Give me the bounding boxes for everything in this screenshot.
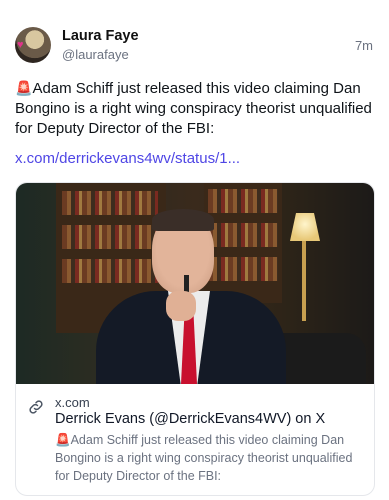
card-description: 🚨Adam Schiff just released this video cl… [55, 431, 365, 485]
card-meta: x.com Derrick Evans (@DerrickEvans4WV) o… [16, 384, 374, 495]
author-name[interactable]: Laura Faye [62, 28, 139, 44]
post-text-content: Adam Schiff just released this video cla… [15, 80, 372, 137]
siren-icon: 🚨 [55, 433, 71, 447]
avatar[interactable]: ♥ [15, 27, 51, 63]
author-handle[interactable]: @laurafaye [62, 47, 129, 62]
post-link[interactable]: x.com/derrickevans4wv/status/1... [15, 150, 240, 167]
card-title: Derrick Evans (@DerrickEvans4WV) on X [55, 411, 326, 427]
link-icon [29, 400, 43, 414]
post-text: 🚨Adam Schiff just released this video cl… [15, 78, 377, 139]
card-domain: x.com [55, 395, 90, 410]
lamp [290, 213, 320, 241]
post-time[interactable]: 7m [355, 38, 373, 53]
card-description-text: Adam Schiff just released this video cla… [55, 433, 353, 483]
heart-icon: ♥ [17, 39, 24, 51]
link-preview-card[interactable]: x.com Derrick Evans (@DerrickEvans4WV) o… [15, 182, 375, 496]
post: ♥ Laura Faye @laurafaye 7m 🚨Adam Schiff … [0, 0, 389, 500]
video-thumbnail[interactable] [16, 183, 374, 384]
siren-icon: 🚨 [15, 80, 33, 96]
